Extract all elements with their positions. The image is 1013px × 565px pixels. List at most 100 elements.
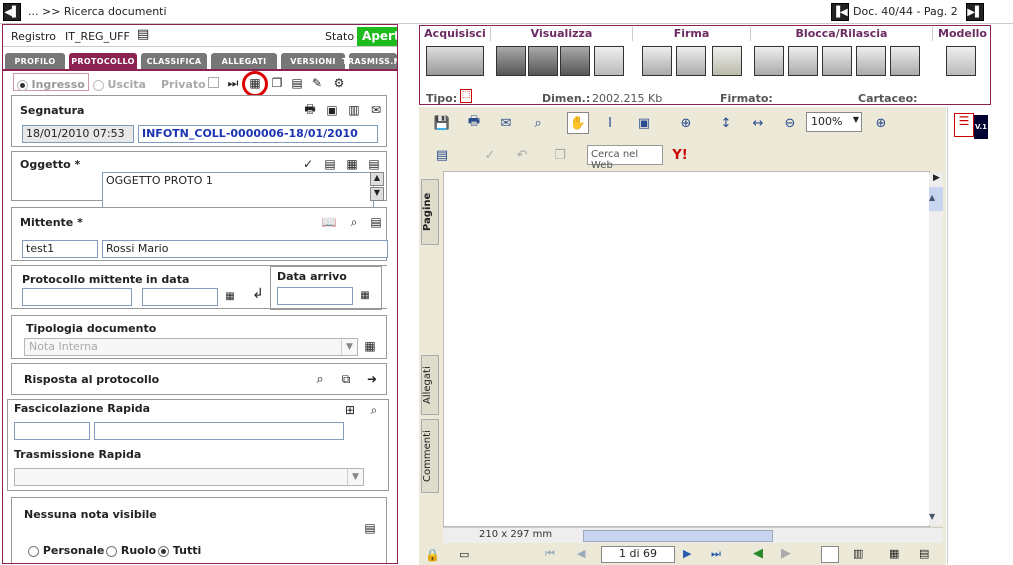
scroll-down-icon[interactable]: ▼ bbox=[929, 512, 943, 524]
view-doc-icon[interactable] bbox=[496, 46, 526, 76]
privato-checkbox[interactable] bbox=[208, 77, 219, 88]
search-icon[interactable]: ⌕ bbox=[312, 371, 328, 387]
single-page-icon[interactable] bbox=[821, 546, 839, 563]
trasmissione-select[interactable]: ▼ bbox=[14, 468, 364, 486]
segnatura-value-field[interactable]: INFOTN_COLL-0000006-18/01/2010 bbox=[138, 125, 378, 143]
tab-commenti[interactable]: Commenti bbox=[421, 419, 439, 493]
view-signed-icon[interactable] bbox=[528, 46, 558, 76]
mail-icon[interactable]: ✉ bbox=[368, 102, 384, 118]
next-doc-icon[interactable]: ▶▌ bbox=[966, 3, 984, 21]
calendar-icon[interactable]: ▦ bbox=[357, 287, 373, 303]
timestamp-icon[interactable] bbox=[594, 46, 624, 76]
h-scroll-thumb[interactable] bbox=[583, 530, 773, 542]
snapshot-icon[interactable]: ▣ bbox=[633, 112, 655, 134]
breadcrumb[interactable]: ... >> Ricerca documenti bbox=[28, 5, 167, 18]
scroll-up-icon[interactable]: ▲ bbox=[929, 193, 943, 205]
edit-pen-icon[interactable]: ✎ bbox=[309, 75, 325, 91]
calendar-icon[interactable]: ▦ bbox=[222, 288, 238, 304]
settings-icon[interactable]: ⚙ bbox=[331, 75, 347, 91]
fascicolo-code-field[interactable] bbox=[14, 422, 90, 440]
list-icon[interactable]: ▤ bbox=[289, 75, 305, 91]
yahoo-icon[interactable]: Y! bbox=[669, 144, 691, 166]
back-icon[interactable]: ◀▌ bbox=[3, 3, 21, 21]
save-icon[interactable]: 💾 bbox=[431, 112, 453, 134]
oggetto-textarea[interactable]: OGGETTO PROTO 1 bbox=[102, 172, 374, 210]
scanner-icon[interactable] bbox=[426, 46, 484, 76]
skip-icon[interactable]: ⏭ bbox=[225, 75, 241, 91]
document-page[interactable] bbox=[443, 171, 930, 527]
mittente-name-field[interactable]: Rossi Mario bbox=[102, 240, 388, 258]
zoom-out-icon[interactable]: ⊖ bbox=[779, 112, 801, 134]
tab-profilo[interactable]: PROFILO bbox=[5, 53, 65, 69]
smartcard-icon[interactable] bbox=[712, 46, 742, 76]
create-pdf-icon[interactable]: ▤ bbox=[431, 144, 453, 166]
print-icon[interactable]: 🖶 bbox=[463, 112, 485, 134]
personale-radio[interactable]: Personale bbox=[28, 544, 104, 557]
view-binary-icon[interactable] bbox=[560, 46, 590, 76]
list-icon[interactable]: ▤ bbox=[366, 156, 382, 172]
barcode-icon[interactable]: ▥ bbox=[346, 102, 362, 118]
note-icon[interactable]: ▤ bbox=[322, 156, 338, 172]
find-icon[interactable]: ⌕ bbox=[527, 112, 549, 134]
data-arrivo-field[interactable] bbox=[277, 287, 353, 305]
forward-view-icon[interactable]: ▶ bbox=[781, 546, 791, 561]
copy-icon[interactable]: ❐ bbox=[549, 144, 571, 166]
search-folder-icon[interactable]: ⌕ bbox=[366, 402, 382, 418]
pdf-version-icon[interactable]: ☰ bbox=[954, 113, 974, 137]
scroll-down-icon[interactable]: ▼ bbox=[370, 187, 384, 201]
select-text-icon[interactable]: I bbox=[599, 112, 621, 134]
search-contact-icon[interactable]: ⌕ bbox=[346, 214, 362, 230]
unlock-icon[interactable] bbox=[856, 46, 886, 76]
spellcheck-icon[interactable]: ✓ bbox=[300, 156, 316, 172]
zoom-in-icon[interactable]: ⊕ bbox=[870, 112, 892, 134]
facing-icon[interactable]: ▦ bbox=[889, 547, 899, 560]
fit-width-icon[interactable]: ↔ bbox=[747, 112, 769, 134]
page-number-input[interactable]: 1 di 69 bbox=[601, 546, 675, 563]
note-icon[interactable]: ▤ bbox=[362, 520, 378, 536]
tab-allegati-pdf[interactable]: Allegati bbox=[421, 355, 439, 415]
prev-doc-icon[interactable]: ▐◀ bbox=[831, 3, 849, 21]
last-page-icon[interactable]: ⏭ bbox=[711, 547, 721, 561]
prev-page-icon[interactable]: ◀ bbox=[577, 547, 585, 560]
zoom-in-tool-icon[interactable]: ⊕ bbox=[675, 112, 697, 134]
print-icon[interactable]: 🖶 bbox=[302, 102, 318, 118]
expand-arrow-icon[interactable]: ▶ bbox=[933, 173, 945, 187]
lock-icon[interactable] bbox=[822, 46, 852, 76]
uscita-radio[interactable]: Uscita bbox=[93, 78, 146, 91]
mittente-code-field[interactable]: test1 bbox=[22, 240, 98, 258]
list-icon[interactable]: ▤ bbox=[368, 214, 384, 230]
first-page-icon[interactable]: ⏮ bbox=[545, 547, 555, 561]
curved-arrow-icon[interactable]: ↲ bbox=[250, 286, 266, 302]
stamp-icon[interactable]: ▣ bbox=[324, 102, 340, 118]
page-icon[interactable]: ▭ bbox=[459, 548, 469, 561]
tipologia-select[interactable]: Nota Interna ▼ bbox=[24, 338, 358, 356]
scroll-up-icon[interactable]: ▲ bbox=[370, 172, 384, 186]
link-icon[interactable]: ⧉ bbox=[338, 371, 354, 387]
tree-icon[interactable]: ⊞ bbox=[342, 402, 358, 418]
tab-versioni[interactable]: VERSIONI bbox=[281, 53, 345, 69]
undo-icon[interactable]: ↶ bbox=[511, 144, 533, 166]
in-data-field[interactable] bbox=[142, 288, 218, 306]
cosign-icon[interactable] bbox=[676, 46, 706, 76]
sign-icon[interactable] bbox=[642, 46, 672, 76]
hand-tool-icon[interactable]: ✋ bbox=[567, 112, 589, 134]
copy-icon[interactable]: ❐ bbox=[269, 75, 285, 91]
spellcheck-icon[interactable]: ✓ bbox=[479, 144, 501, 166]
checkout-icon[interactable] bbox=[754, 46, 784, 76]
tab-trasmissioni[interactable]: TRASMISS.NI bbox=[342, 53, 397, 69]
ruolo-radio[interactable]: Ruolo bbox=[106, 544, 156, 557]
vertical-scrollbar[interactable] bbox=[929, 173, 943, 525]
tab-pagine[interactable]: Pagine bbox=[421, 179, 439, 245]
next-page-icon[interactable]: ▶ bbox=[683, 547, 691, 560]
tab-classifica[interactable]: CLASSIFICA bbox=[141, 53, 207, 69]
abc-icon[interactable]: ▦ bbox=[362, 338, 378, 354]
email-icon[interactable]: ✉ bbox=[495, 112, 517, 134]
template-icon[interactable] bbox=[946, 46, 976, 76]
arrow-right-icon[interactable]: ➜ bbox=[364, 371, 380, 387]
back-view-icon[interactable]: ◀ bbox=[753, 546, 763, 561]
web-search-input[interactable]: Cerca nel Web bbox=[587, 145, 663, 171]
fascicolo-desc-field[interactable] bbox=[94, 422, 344, 440]
tab-allegati[interactable]: ALLEGATI bbox=[211, 53, 277, 69]
tutti-radio[interactable]: Tutti bbox=[158, 544, 201, 557]
protocollo-mittente-field[interactable] bbox=[22, 288, 132, 306]
